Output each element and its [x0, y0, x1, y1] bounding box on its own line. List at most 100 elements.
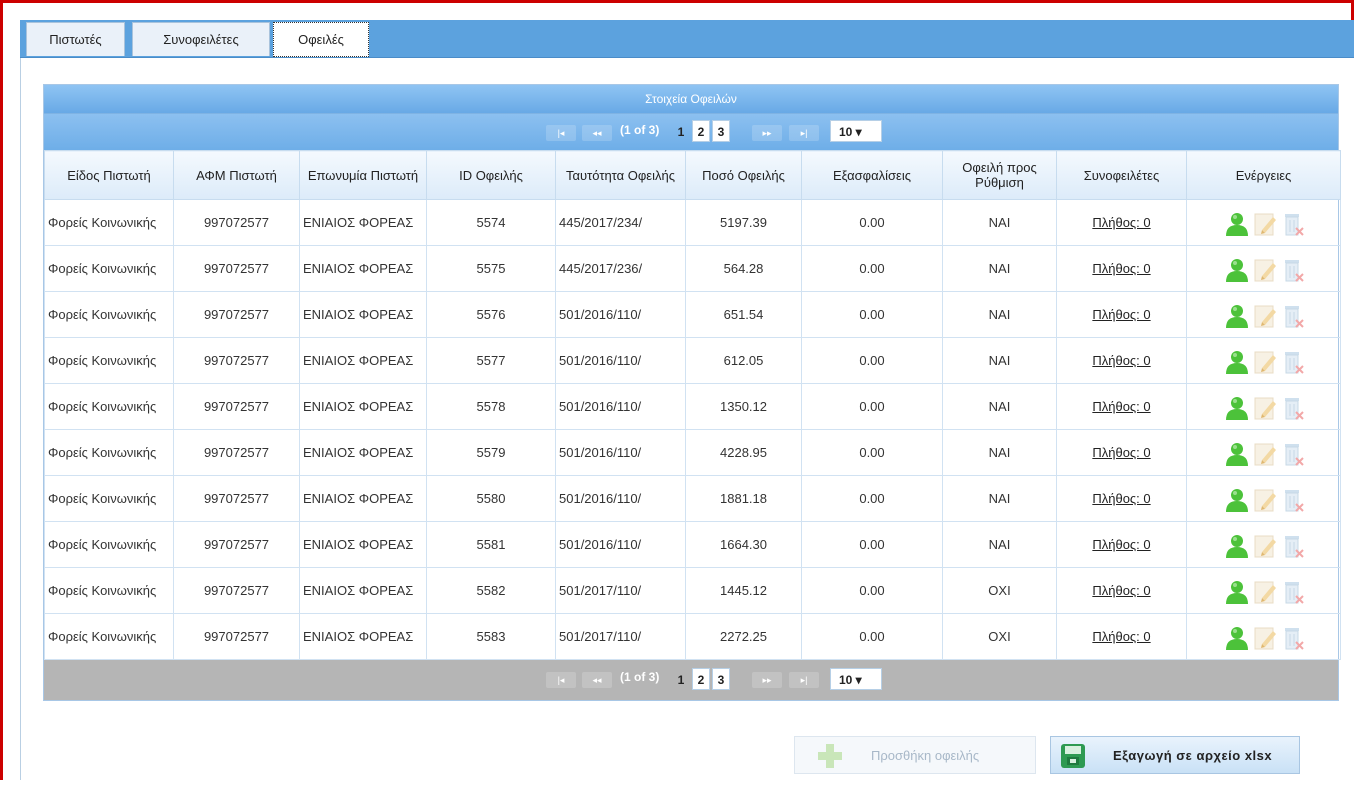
user-icon[interactable] [1224, 303, 1248, 328]
col-debt-for-settlement[interactable]: Οφειλή προς Ρύθμιση [942, 150, 1057, 200]
co-debtors-count-link[interactable]: Πλήθος: 0 [1092, 491, 1150, 506]
edit-icon[interactable] [1252, 533, 1276, 557]
table-row[interactable]: Φορείς Κοινωνικής 997072577 ΕΝΙΑΙΟΣ ΦΟΡΕΑΣ… [44, 383, 1341, 430]
cell-co-debtors[interactable]: Πλήθος: 0 [1056, 521, 1187, 568]
cell-creditor-name: ΕΝΙΑΙΟΣ ΦΟΡΕΑΣ [299, 337, 427, 384]
table-row[interactable]: Φορείς Κοινωνικής 997072577 ΕΝΙΑΙΟΣ ΦΟΡΕΑΣ… [44, 199, 1341, 246]
edit-icon[interactable] [1252, 395, 1276, 419]
cell-creditor-name: ΕΝΙΑΙΟΣ ΦΟΡΕΑΣ [299, 383, 427, 430]
cell-co-debtors[interactable]: Πλήθος: 0 [1056, 337, 1187, 384]
plus-icon [817, 743, 843, 769]
cell-creditor-type: Φορείς Κοινωνικής [44, 383, 174, 430]
edit-icon[interactable] [1252, 625, 1276, 649]
cell-co-debtors[interactable]: Πλήθος: 0 [1056, 567, 1187, 614]
co-debtors-count-link[interactable]: Πλήθος: 0 [1092, 261, 1150, 276]
first-page-button[interactable]: |◂ [546, 125, 576, 141]
edit-icon[interactable] [1252, 441, 1276, 465]
edit-icon[interactable] [1252, 257, 1276, 281]
last-page-button[interactable]: ▸| [789, 672, 819, 688]
page-3-button[interactable]: 3 [712, 668, 730, 690]
user-icon[interactable] [1224, 533, 1248, 558]
col-creditor-afm[interactable]: ΑΦΜ Πιστωτή [173, 150, 300, 200]
col-debt-amount[interactable]: Ποσό Οφειλής [685, 150, 802, 200]
user-icon[interactable] [1224, 487, 1248, 512]
co-debtors-count-link[interactable]: Πλήθος: 0 [1092, 353, 1150, 368]
co-debtors-count-link[interactable]: Πλήθος: 0 [1092, 629, 1150, 644]
delete-icon[interactable] [1280, 533, 1304, 558]
page-1-button[interactable]: 1 [672, 120, 690, 142]
col-debt-identity[interactable]: Ταυτότητα Οφειλής [555, 150, 686, 200]
cell-debt-identity: 501/2017/110/ [555, 613, 686, 660]
edit-icon[interactable] [1252, 349, 1276, 373]
table-row[interactable]: Φορείς Κοινωνικής 997072577 ΕΝΙΑΙΟΣ ΦΟΡΕΑΣ… [44, 613, 1341, 660]
page-3-button[interactable]: 3 [712, 120, 730, 142]
edit-icon[interactable] [1252, 303, 1276, 327]
table-row[interactable]: Φορείς Κοινωνικής 997072577 ΕΝΙΑΙΟΣ ΦΟΡΕΑΣ… [44, 429, 1341, 476]
export-xlsx-button[interactable]: Εξαγωγή σε αρχείο xlsx [1050, 736, 1300, 774]
edit-icon[interactable] [1252, 211, 1276, 235]
last-page-button[interactable]: ▸| [789, 125, 819, 141]
co-debtors-count-link[interactable]: Πλήθος: 0 [1092, 445, 1150, 460]
cell-co-debtors[interactable]: Πλήθος: 0 [1056, 475, 1187, 522]
user-icon[interactable] [1224, 211, 1248, 236]
table-row[interactable]: Φορείς Κοινωνικής 997072577 ΕΝΙΑΙΟΣ ΦΟΡΕΑΣ… [44, 475, 1341, 522]
cell-debt-amount: 1664.30 [685, 521, 802, 568]
table-row[interactable]: Φορείς Κοινωνικής 997072577 ΕΝΙΑΙΟΣ ΦΟΡΕΑΣ… [44, 337, 1341, 384]
user-icon[interactable] [1224, 349, 1248, 374]
co-debtors-count-link[interactable]: Πλήθος: 0 [1092, 399, 1150, 414]
table-row[interactable]: Φορείς Κοινωνικής 997072577 ΕΝΙΑΙΟΣ ΦΟΡΕΑΣ… [44, 291, 1341, 338]
delete-icon[interactable] [1280, 487, 1304, 512]
user-icon[interactable] [1224, 441, 1248, 466]
rows-per-page-select[interactable]: 10 ▾ [830, 668, 882, 690]
page-2-button[interactable]: 2 [692, 120, 710, 142]
user-icon[interactable] [1224, 257, 1248, 282]
page-1-button[interactable]: 1 [672, 668, 690, 690]
co-debtors-count-link[interactable]: Πλήθος: 0 [1092, 537, 1150, 552]
delete-icon[interactable] [1280, 625, 1304, 650]
delete-icon[interactable] [1280, 441, 1304, 466]
prev-page-button[interactable]: ◂◂ [582, 672, 612, 688]
co-debtors-count-link[interactable]: Πλήθος: 0 [1092, 215, 1150, 230]
cell-co-debtors[interactable]: Πλήθος: 0 [1056, 291, 1187, 338]
add-debt-button[interactable]: Προσθήκη οφειλής [794, 736, 1036, 774]
page-2-button[interactable]: 2 [692, 668, 710, 690]
tab-creditors[interactable]: Πιστωτές [26, 22, 125, 56]
delete-icon[interactable] [1280, 349, 1304, 374]
table-row[interactable]: Φορείς Κοινωνικής 997072577 ΕΝΙΑΙΟΣ ΦΟΡΕΑΣ… [44, 521, 1341, 568]
first-page-button[interactable]: |◂ [546, 672, 576, 688]
co-debtors-count-link[interactable]: Πλήθος: 0 [1092, 583, 1150, 598]
table-row[interactable]: Φορείς Κοινωνικής 997072577 ΕΝΙΑΙΟΣ ΦΟΡΕΑΣ… [44, 567, 1341, 614]
delete-icon[interactable] [1280, 211, 1304, 236]
cell-collaterals: 0.00 [801, 475, 943, 522]
cell-co-debtors[interactable]: Πλήθος: 0 [1056, 429, 1187, 476]
table-row[interactable]: Φορείς Κοινωνικής 997072577 ΕΝΙΑΙΟΣ ΦΟΡΕΑΣ… [44, 245, 1341, 292]
user-icon[interactable] [1224, 395, 1248, 420]
prev-page-button[interactable]: ◂◂ [582, 125, 612, 141]
next-page-button[interactable]: ▸▸ [752, 125, 782, 141]
user-icon[interactable] [1224, 625, 1248, 650]
delete-icon[interactable] [1280, 579, 1304, 604]
tab-co-debtors[interactable]: Συνοφειλέτες [132, 22, 270, 56]
next-page-button[interactable]: ▸▸ [752, 672, 782, 688]
co-debtors-count-link[interactable]: Πλήθος: 0 [1092, 307, 1150, 322]
rows-per-page-select[interactable]: 10 ▾ [830, 120, 882, 142]
cell-co-debtors[interactable]: Πλήθος: 0 [1056, 383, 1187, 430]
delete-icon[interactable] [1280, 395, 1304, 420]
edit-icon[interactable] [1252, 579, 1276, 603]
delete-icon[interactable] [1280, 303, 1304, 328]
cell-co-debtors[interactable]: Πλήθος: 0 [1056, 245, 1187, 292]
col-co-debtors[interactable]: Συνοφειλέτες [1056, 150, 1187, 200]
col-debt-id[interactable]: ID Οφειλής [426, 150, 556, 200]
pager-info: (1 of 3) [620, 123, 660, 137]
edit-icon[interactable] [1252, 487, 1276, 511]
col-creditor-name[interactable]: Επωνυμία Πιστωτή [299, 150, 427, 200]
cell-debt-amount: 564.28 [685, 245, 802, 292]
delete-icon[interactable] [1280, 257, 1304, 282]
cell-co-debtors[interactable]: Πλήθος: 0 [1056, 613, 1187, 660]
col-creditor-type[interactable]: Είδος Πιστωτή [44, 150, 174, 200]
cell-co-debtors[interactable]: Πλήθος: 0 [1056, 199, 1187, 246]
tab-debts[interactable]: Οφειλές [273, 22, 369, 57]
user-icon[interactable] [1224, 579, 1248, 604]
grid-caption: Στοιχεία Οφειλών [44, 85, 1338, 114]
col-collaterals[interactable]: Εξασφαλίσεις [801, 150, 943, 200]
